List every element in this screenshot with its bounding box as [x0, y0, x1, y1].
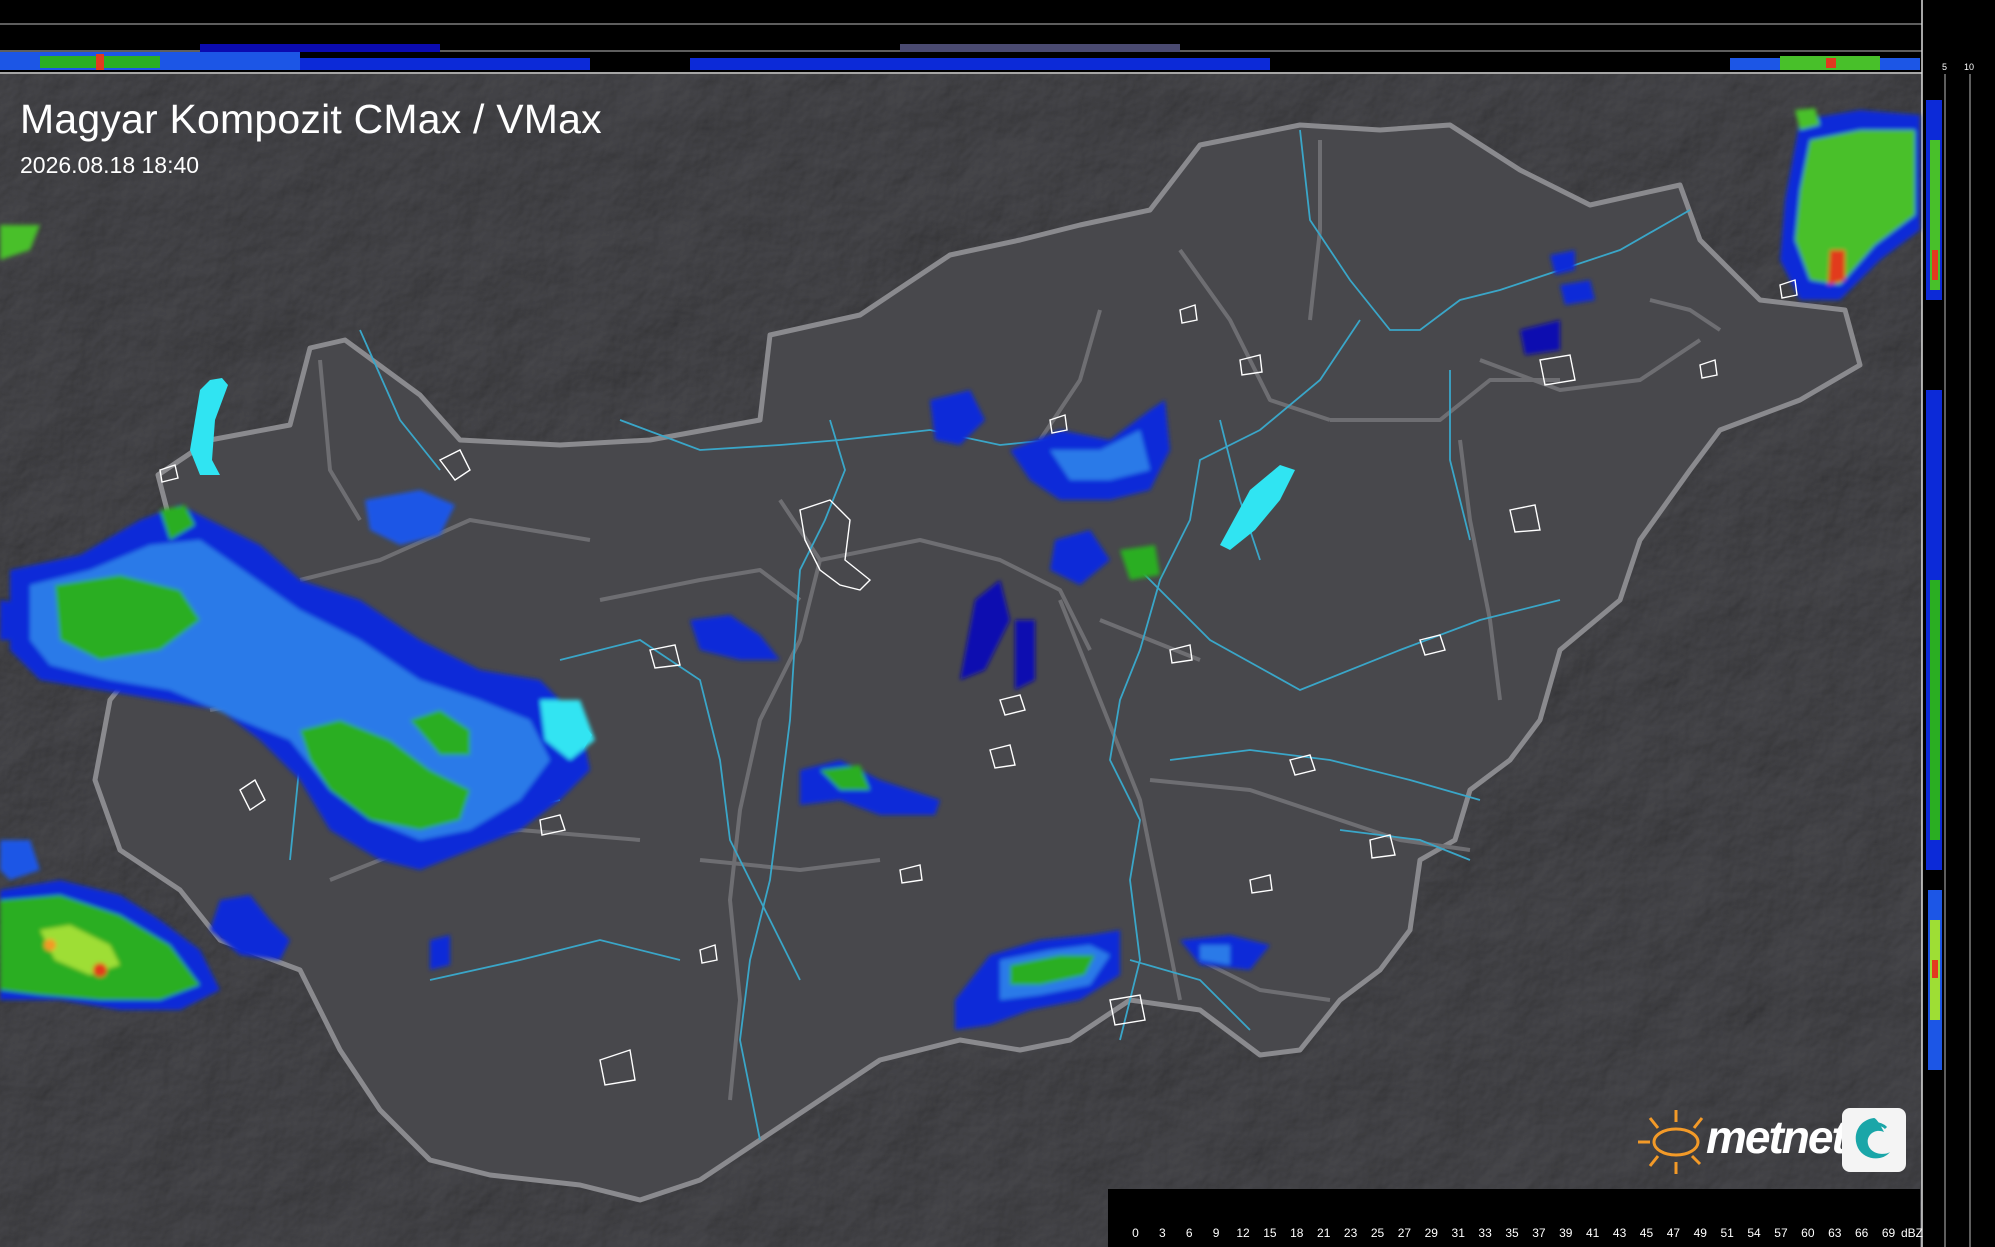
side-profile-tick-10: 10 — [1964, 62, 1974, 72]
legend-tick-label: 9 — [1212, 1226, 1220, 1240]
legend-tick-label: 60 — [1801, 1226, 1815, 1240]
legend-tick-label: 33 — [1478, 1226, 1492, 1240]
legend-ticks: 0 3 6 9 12 15 18 21 23 25 27 29 31 33 35 37 39 41 43 45 47 49… — [1128, 1226, 1923, 1242]
legend-tick-label: 37 — [1532, 1226, 1546, 1240]
legend-tick-label: 57 — [1774, 1226, 1788, 1240]
legend-unit: dBZ — [1900, 1226, 1924, 1240]
legend-tick-label: 49 — [1693, 1226, 1707, 1240]
legend-tick-label: 54 — [1747, 1226, 1761, 1240]
legend-tick-label: 0 — [1132, 1226, 1139, 1240]
map-title: Magyar Kompozit CMax / VMax — [20, 96, 602, 142]
legend-tick-label: 45 — [1639, 1226, 1654, 1240]
legend-tick-label: 63 — [1828, 1226, 1842, 1240]
legend-tick-label: 47 — [1666, 1226, 1681, 1240]
legend-tick-label: 21 — [1317, 1226, 1331, 1240]
dbz-legend: 0 3 6 9 12 15 18 21 23 25 27 29 31 33 35 37 39 41 43 45 47 49… — [1108, 1189, 1923, 1247]
legend-tick-label: 27 — [1397, 1226, 1412, 1240]
legend-tick-label: 51 — [1720, 1226, 1734, 1240]
legend-tick-label: 31 — [1451, 1226, 1465, 1240]
sun-icon — [1638, 1110, 1704, 1174]
legend-tick-label: 15 — [1263, 1226, 1277, 1240]
legend-tick-label: 6 — [1185, 1226, 1193, 1240]
swirl-icon — [1842, 1108, 1906, 1172]
legend-tick-label: 69 — [1881, 1226, 1896, 1240]
side-profile-echoes — [1926, 100, 1942, 1070]
legend-tick-label: 18 — [1290, 1226, 1304, 1240]
metnet-logo: metnet — [1636, 1104, 1912, 1182]
legend-tick-label: 25 — [1370, 1226, 1385, 1240]
legend-tick-label: 35 — [1505, 1226, 1519, 1240]
radar-map: 10 5 5 10 — [0, 0, 1995, 1247]
legend-tick-label: 29 — [1424, 1226, 1438, 1240]
map-timestamp: 2026.08.18 18:40 — [20, 152, 200, 178]
legend-tick-label: 12 — [1236, 1226, 1250, 1240]
legend-tick-label: 39 — [1559, 1226, 1573, 1240]
side-profile-tick-5: 5 — [1942, 62, 1947, 72]
legend-tick-label: 66 — [1854, 1226, 1869, 1240]
legend-tick-label: 3 — [1159, 1226, 1166, 1240]
brand-name: metnet — [1706, 1111, 1847, 1163]
legend-tick-label: 43 — [1612, 1226, 1627, 1240]
legend-tick-label: 23 — [1343, 1226, 1358, 1240]
legend-tick-label: 41 — [1586, 1226, 1600, 1240]
